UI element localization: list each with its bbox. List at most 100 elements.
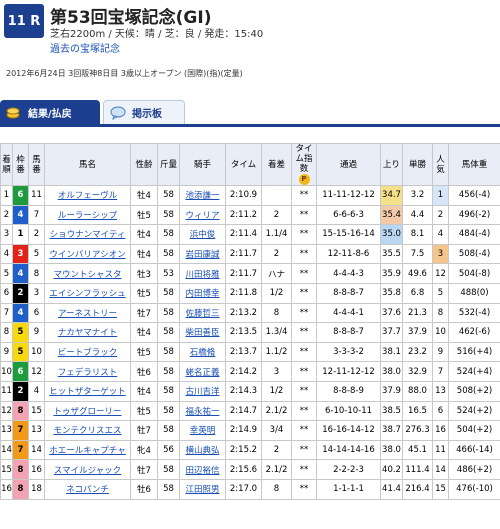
horse-name-link-text[interactable]: ホエールキャプチャ xyxy=(49,446,125,456)
horse-name-link[interactable]: トゥザグローリー xyxy=(44,400,131,422)
horse-name-link[interactable]: ナカヤマナイト xyxy=(44,322,131,343)
weight-cell: 58 xyxy=(157,459,180,480)
horse-name-link-text[interactable]: スマイルジャック xyxy=(54,466,121,476)
margin-cell: 2.1/2 xyxy=(261,459,292,480)
jockey-link[interactable]: 石橋脩 xyxy=(179,341,226,363)
horse-name-link[interactable]: スマイルジャック xyxy=(44,459,131,480)
margin-cell: 3 xyxy=(261,361,292,382)
horse-name-link-text[interactable]: ルーラーシップ xyxy=(58,211,117,221)
horse-name-link[interactable]: マウントシャスタ xyxy=(44,263,131,284)
jockey-link-text[interactable]: ウィリア xyxy=(185,211,219,221)
horse-name-link-text[interactable]: ショウナンマイティ xyxy=(50,230,126,240)
horse-name-link[interactable]: ヒットザターゲット xyxy=(44,380,131,402)
jockey-link[interactable]: 岩田康誠 xyxy=(179,243,226,265)
jockey-link-text[interactable]: 江田照男 xyxy=(185,485,219,495)
jockey-link[interactable]: 幸英明 xyxy=(179,420,226,441)
jockey-link[interactable]: 福永祐一 xyxy=(179,400,226,422)
horse-name-link-text[interactable]: オルフェーヴル xyxy=(58,191,118,201)
sex-age-cell: 牡7 xyxy=(130,459,158,480)
jockey-link[interactable]: 田辺裕信 xyxy=(179,459,226,480)
horse-name-link-text[interactable]: エイシンフラッシュ xyxy=(49,289,125,299)
jockey-link-text[interactable]: 柴田善臣 xyxy=(185,328,219,338)
time-cell: 2:11.7 xyxy=(225,263,262,284)
rank-cell: 10 xyxy=(0,361,13,382)
jockey-link-text[interactable]: 岩田康誠 xyxy=(185,250,219,260)
passing-cell: 4-4-4-3 xyxy=(316,263,381,284)
jockey-link-text[interactable]: 福永祐一 xyxy=(185,407,219,417)
table-row: 6 2 3 エイシンフラッシュ 牡5 58 内田博幸 2:11.8 1/2 ** 8-8-8-7 35… xyxy=(0,282,500,304)
jockey-link-text[interactable]: 幸英明 xyxy=(190,426,216,436)
horse-name-link-text[interactable]: モンテクリスエス xyxy=(53,426,121,436)
tab-board[interactable]: 掲示板 xyxy=(103,100,185,124)
popularity-cell: 4 xyxy=(432,224,449,245)
jockey-link[interactable]: 江田照男 xyxy=(179,478,226,500)
horse-number-cell: 18 xyxy=(28,478,45,500)
horse-name-link-text[interactable]: ビートブラック xyxy=(58,348,118,358)
horse-name-link-text[interactable]: トゥザグローリー xyxy=(53,407,121,417)
body-weight-cell: 508(-4) xyxy=(448,243,500,265)
horse-name-link-text[interactable]: マウントシャスタ xyxy=(53,270,121,280)
odds-cell: 49.6 xyxy=(402,263,433,284)
jockey-link-text[interactable]: 佐藤哲三 xyxy=(185,309,219,319)
time-cell: 2:11.2 xyxy=(225,204,262,226)
weight-cell: 56 xyxy=(157,439,180,461)
col-sex: 性齢 xyxy=(130,143,158,186)
horse-name-link[interactable]: アーネストリー xyxy=(44,302,131,324)
jockey-link[interactable]: 浜中俊 xyxy=(179,224,226,245)
jockey-link-text[interactable]: 内田博幸 xyxy=(185,289,219,299)
horse-name-link[interactable]: オルフェーヴル xyxy=(44,185,131,206)
horse-name-link[interactable]: フェデラリスト xyxy=(44,361,131,382)
jockey-link[interactable]: 横山典弘 xyxy=(179,439,226,461)
horse-name-link[interactable]: エイシンフラッシュ xyxy=(44,282,131,304)
jockey-link-text[interactable]: 川田将雅 xyxy=(185,270,219,280)
horse-name-link-text[interactable]: ナカヤマナイト xyxy=(58,328,118,338)
jockey-link-text[interactable]: 池添謙一 xyxy=(185,191,219,201)
past-races-link[interactable]: 過去の宝塚記念 xyxy=(50,40,120,55)
jockey-link[interactable]: 佐藤哲三 xyxy=(179,302,226,324)
time-index-cell: ** xyxy=(291,282,317,304)
tab-results[interactable]: 結果/払戻 xyxy=(0,100,100,124)
horse-name-link-text[interactable]: ウインバリアシオン xyxy=(49,250,125,260)
jockey-link-text[interactable]: 浜中俊 xyxy=(190,230,216,240)
body-weight-cell: 504(-8) xyxy=(448,263,500,284)
rank-cell: 3 xyxy=(0,224,13,245)
horse-name-link[interactable]: モンテクリスエス xyxy=(44,420,131,441)
jockey-link-text[interactable]: 蛯名正義 xyxy=(185,368,219,378)
horse-name-link[interactable]: ビートブラック xyxy=(44,341,131,363)
horse-name-link[interactable]: ルーラーシップ xyxy=(44,204,131,226)
waku-cell: 8 xyxy=(12,478,29,500)
jockey-link[interactable]: 古川吉洋 xyxy=(179,380,226,402)
jockey-link-text[interactable]: 古川吉洋 xyxy=(185,387,219,397)
passing-cell: 6-10-10-11 xyxy=(316,400,381,422)
last3f-cell: 35.9 xyxy=(380,263,403,284)
jockey-link-text[interactable]: 横山典弘 xyxy=(185,446,219,456)
horse-name-link-text[interactable]: ヒットザターゲット xyxy=(49,387,126,397)
jockey-link[interactable]: 池添謙一 xyxy=(179,185,226,206)
last3f-cell: 40.2 xyxy=(380,459,403,480)
jockey-link[interactable]: 蛯名正義 xyxy=(179,361,226,382)
jockey-link[interactable]: 内田博幸 xyxy=(179,282,226,304)
time-cell: 2:17.0 xyxy=(225,478,262,500)
horse-name-link[interactable]: ウインバリアシオン xyxy=(44,243,131,265)
horse-name-link[interactable]: ネコパンチ xyxy=(44,478,131,500)
table-row: 4 3 5 ウインバリアシオン 牡4 58 岩田康誠 2:11.7 2 ** 12-11-8-6 35… xyxy=(0,243,500,265)
horse-name-link[interactable]: ショウナンマイティ xyxy=(44,224,131,245)
jockey-link-text[interactable]: 田辺裕信 xyxy=(185,466,219,476)
rank-cell: 2 xyxy=(0,204,13,226)
horse-name-link-text[interactable]: アーネストリー xyxy=(58,309,117,319)
horse-number-cell: 12 xyxy=(28,361,45,382)
horse-name-link[interactable]: ホエールキャプチャ xyxy=(44,439,131,461)
jockey-link-text[interactable]: 石橋脩 xyxy=(190,348,216,358)
time-index-cell: ** xyxy=(291,439,317,461)
weight-cell: 58 xyxy=(157,243,180,265)
jockey-link[interactable]: 川田将雅 xyxy=(179,263,226,284)
waku-cell: 7 xyxy=(12,439,29,461)
jockey-link[interactable]: ウィリア xyxy=(179,204,226,226)
time-index-cell: ** xyxy=(291,204,317,226)
jockey-link[interactable]: 柴田善臣 xyxy=(179,322,226,343)
horse-name-link-text[interactable]: フェデラリスト xyxy=(58,368,118,378)
horse-name-link-text[interactable]: ネコパンチ xyxy=(66,485,109,495)
table-row: 3 1 2 ショウナンマイティ 牡4 58 浜中俊 2:11.4 1.1/4 ** 15-15-16… xyxy=(0,224,500,245)
table-row: 5 4 8 マウントシャスタ 牡3 53 川田将雅 2:11.7 ハナ ** 4-4-4-3 35.9… xyxy=(0,263,500,284)
body-weight-cell: 496(-2) xyxy=(448,204,500,226)
